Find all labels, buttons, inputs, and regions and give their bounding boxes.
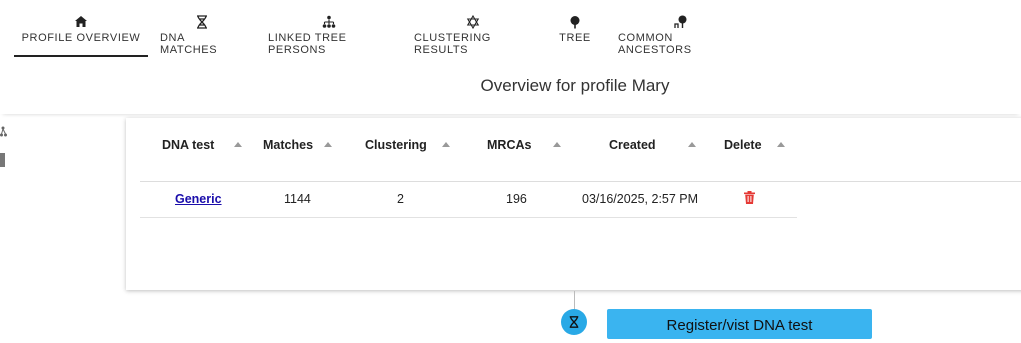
page-title: Overview for profile Mary bbox=[480, 76, 670, 95]
timeline-dna-node bbox=[561, 309, 587, 335]
tab-label: CLUSTERING RESULTS bbox=[414, 32, 491, 56]
tab-dna-matches[interactable]: DNA MATCHES bbox=[148, 0, 256, 57]
rail-tree-icon[interactable] bbox=[0, 126, 7, 141]
sort-arrow-icon[interactable] bbox=[777, 142, 785, 147]
register-dna-test-button[interactable]: Register/vist DNA test bbox=[607, 309, 872, 339]
tab-label: PROFILE OVERVIEW bbox=[21, 32, 141, 44]
table-cell-created: 03/16/2025, 2:57 PM bbox=[582, 192, 699, 206]
column-header-delete[interactable]: Delete bbox=[724, 138, 762, 152]
tab-label: DNA MATCHES bbox=[160, 32, 218, 56]
sort-arrow-icon[interactable] bbox=[688, 142, 696, 147]
column-header-dna-test[interactable]: DNA test bbox=[162, 138, 214, 152]
sort-arrow-icon[interactable] bbox=[553, 142, 561, 147]
family-tree-icon bbox=[322, 14, 336, 30]
table-cell-matches: 1144 bbox=[284, 192, 311, 206]
column-header-created[interactable]: Created bbox=[609, 138, 656, 152]
tab-label: COMMON ANCESTORS bbox=[618, 32, 692, 56]
dna-icon bbox=[195, 14, 209, 30]
table-cell-mrcas: 196 bbox=[506, 192, 527, 206]
dna-icon bbox=[569, 316, 579, 328]
column-header-matches[interactable]: Matches bbox=[263, 138, 313, 152]
tab-bar: PROFILE OVERVIEW DNA MATCHES LINKED TREE… bbox=[14, 0, 1021, 57]
dna-test-link[interactable]: Generic bbox=[175, 192, 222, 206]
sort-arrow-icon[interactable] bbox=[442, 142, 450, 147]
dna-tests-card bbox=[126, 118, 1021, 290]
tab-linked-tree-persons[interactable]: LINKED TREE PERSONS bbox=[256, 0, 402, 57]
sort-arrow-icon[interactable] bbox=[234, 142, 242, 147]
table-row-dna-test[interactable]: Generic bbox=[175, 192, 222, 206]
tab-label: LINKED TREE PERSONS bbox=[268, 32, 347, 56]
hexagram-icon bbox=[466, 14, 480, 30]
table-cell-clustering: 2 bbox=[397, 192, 404, 206]
left-rail bbox=[0, 0, 8, 331]
tab-clustering-results[interactable]: CLUSTERING RESULTS bbox=[402, 0, 544, 57]
tree-icon bbox=[568, 14, 582, 30]
column-header-mrcas[interactable]: MRCAs bbox=[487, 138, 531, 152]
tab-common-ancestors[interactable]: COMMON ANCESTORS bbox=[606, 0, 756, 57]
tab-profile-overview[interactable]: PROFILE OVERVIEW bbox=[14, 0, 148, 57]
trash-icon[interactable] bbox=[744, 191, 755, 204]
rail-doc-icon[interactable] bbox=[0, 153, 6, 170]
tab-tree[interactable]: TREE bbox=[544, 0, 606, 57]
tab-label: TREE bbox=[559, 32, 591, 44]
sort-arrow-icon[interactable] bbox=[324, 142, 332, 147]
table-row-divider bbox=[140, 217, 797, 218]
ancestor-icon bbox=[674, 14, 688, 30]
table-header-divider bbox=[140, 181, 1021, 182]
home-icon bbox=[74, 14, 88, 30]
column-header-clustering[interactable]: Clustering bbox=[365, 138, 427, 152]
